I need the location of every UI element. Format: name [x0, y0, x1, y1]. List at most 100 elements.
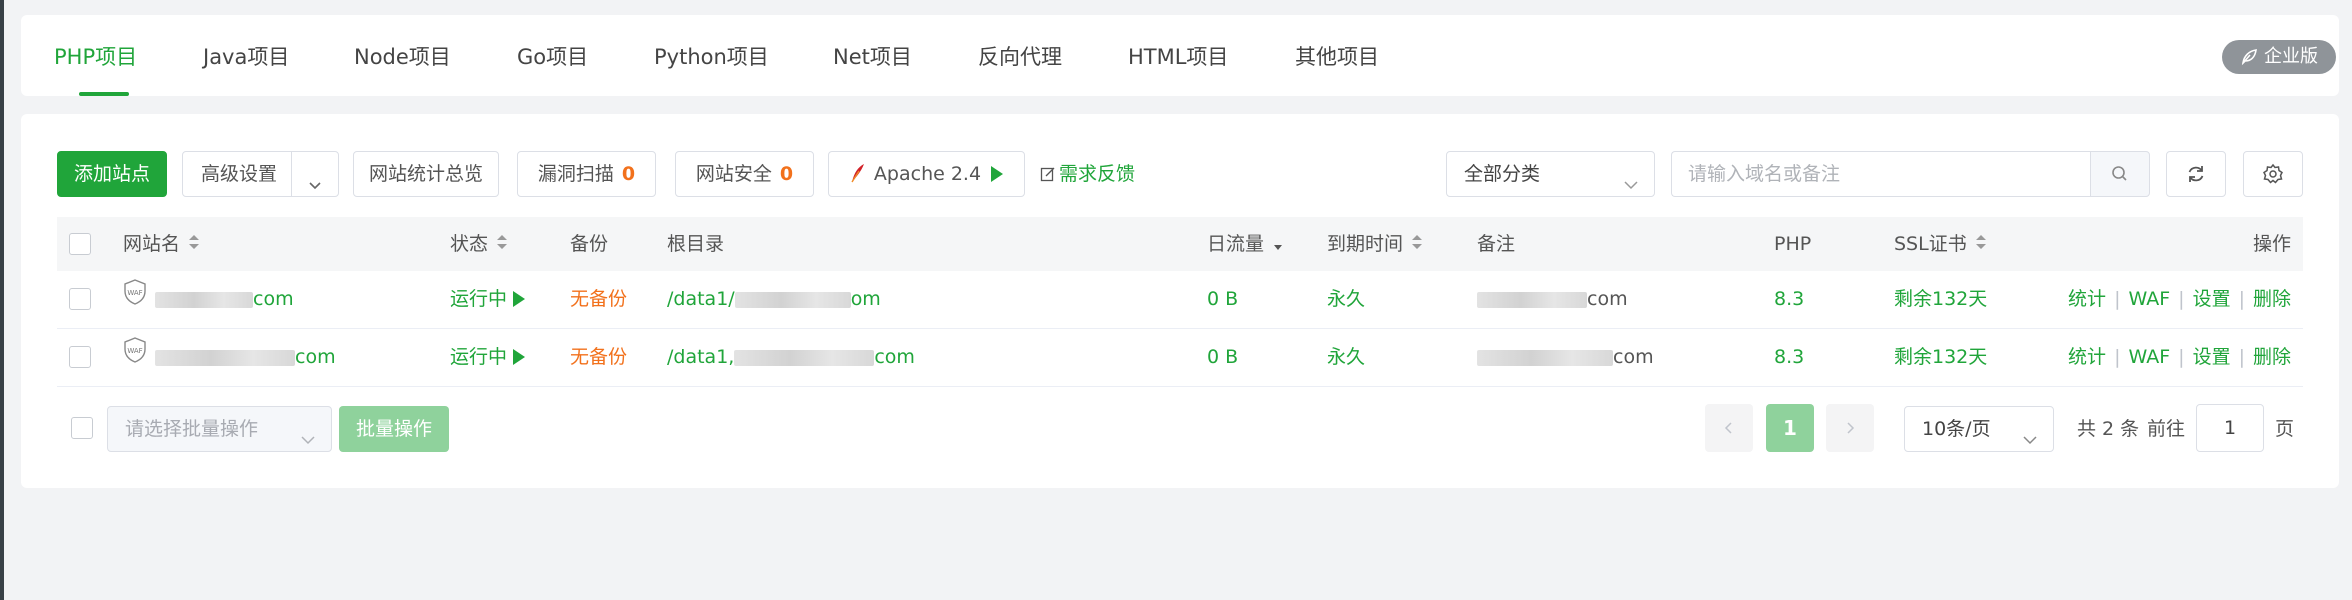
root-dir-link[interactable]: /data1/om [667, 271, 881, 328]
tab-php[interactable]: PHP项目 [54, 15, 137, 96]
action-separator: | [2178, 346, 2185, 368]
col-ssl-label: SSL证书 [1894, 233, 1967, 255]
col-site-name[interactable]: 网站名 [123, 217, 200, 271]
row-checkbox[interactable] [69, 346, 91, 368]
row-actions: 统计 | WAF | 设置 | 删除 [2068, 329, 2291, 386]
gear-icon [2262, 163, 2284, 190]
tab-reverse-proxy[interactable]: 反向代理 [978, 15, 1062, 96]
footer-select-all-checkbox[interactable] [71, 417, 93, 439]
play-icon [513, 349, 526, 365]
daily-traffic-value[interactable]: 0 B [1207, 271, 1238, 328]
delete-action[interactable]: 删除 [2253, 346, 2291, 368]
feedback-label: 需求反馈 [1059, 163, 1136, 185]
stats-action[interactable]: 统计 [2068, 288, 2106, 310]
dropdown-separator [291, 152, 292, 196]
apache-service-button[interactable]: Apache 2.4 [828, 151, 1025, 197]
tab-node[interactable]: Node项目 [354, 15, 451, 96]
tab-go[interactable]: Go项目 [517, 15, 588, 96]
vuln-scan-button[interactable]: 漏洞扫描 0 [517, 151, 656, 197]
waf-action[interactable]: WAF [2128, 288, 2170, 310]
col-expire-time[interactable]: 到期时间 [1327, 217, 1423, 271]
next-page-button[interactable] [1826, 404, 1874, 452]
root-dir-suffix: com [874, 346, 915, 368]
prev-page-button[interactable] [1705, 404, 1753, 452]
page-size-select[interactable]: 10条/页 [1904, 406, 2054, 452]
batch-action-select[interactable]: 请选择批量操作 [107, 406, 332, 452]
search-button[interactable] [2090, 151, 2150, 197]
tab-other[interactable]: 其他项目 [1295, 15, 1379, 96]
redacted-text [155, 291, 253, 308]
search-icon [2110, 166, 2130, 189]
batch-action-button[interactable]: 批量操作 [339, 406, 449, 452]
col-site-name-label: 网站名 [123, 233, 181, 255]
add-site-button[interactable]: 添加站点 [57, 151, 167, 197]
category-selected-value: 全部分类 [1464, 163, 1541, 185]
col-daily-traffic-label: 日流量 [1207, 233, 1265, 255]
expire-time-link[interactable]: 永久 [1327, 271, 1365, 328]
col-expire-time-label: 到期时间 [1327, 233, 1404, 255]
waf-shield-icon: WAF [123, 329, 147, 386]
sort-icon [496, 218, 508, 272]
advanced-settings-dropdown[interactable]: 高级设置 [182, 151, 339, 197]
ssl-status-link[interactable]: 剩余132天 [1894, 329, 1987, 386]
page-number-current[interactable]: 1 [1766, 404, 1814, 452]
chevron-down-icon [307, 165, 323, 209]
php-version-link[interactable]: 8.3 [1774, 329, 1804, 386]
settings-action[interactable]: 设置 [2193, 346, 2231, 368]
expire-time-link[interactable]: 永久 [1327, 329, 1365, 386]
status-running-toggle[interactable]: 运行中 [450, 329, 526, 386]
tab-net[interactable]: Net项目 [833, 15, 912, 96]
daily-traffic-value[interactable]: 0 B [1207, 329, 1238, 386]
root-dir-suffix: om [850, 288, 881, 310]
waf-shield-icon: WAF [123, 271, 147, 328]
col-ssl[interactable]: SSL证书 [1894, 217, 1987, 271]
row-checkbox[interactable] [69, 288, 91, 310]
remark-field[interactable]: com [1477, 271, 1628, 328]
col-daily-traffic[interactable]: 日流量 [1207, 217, 1283, 271]
site-security-button[interactable]: 网站安全 0 [675, 151, 814, 197]
ssl-status-link[interactable]: 剩余132天 [1894, 271, 1987, 328]
refresh-button[interactable] [2166, 151, 2226, 197]
tab-python[interactable]: Python项目 [654, 15, 769, 96]
site-name-link[interactable]: WAF com [123, 271, 294, 328]
svg-text:WAF: WAF [127, 289, 142, 297]
redacted-text [734, 349, 875, 366]
root-dir-prefix: /data1/ [667, 288, 735, 310]
stats-action[interactable]: 统计 [2068, 346, 2106, 368]
tab-java[interactable]: Java项目 [203, 15, 289, 96]
settings-action[interactable]: 设置 [2193, 288, 2231, 310]
col-backup: 备份 [570, 233, 609, 255]
goto-page-input[interactable] [2196, 404, 2264, 452]
backup-status-link[interactable]: 无备份 [570, 329, 627, 386]
row-actions: 统计 | WAF | 设置 | 删除 [2068, 271, 2291, 328]
remark-suffix: com [1587, 288, 1628, 310]
category-select[interactable]: 全部分类 [1446, 151, 1655, 197]
refresh-icon [2185, 166, 2207, 190]
settings-button[interactable] [2243, 151, 2303, 197]
feedback-link[interactable]: 需求反馈 [1040, 151, 1135, 197]
status-running-toggle[interactable]: 运行中 [450, 271, 526, 328]
domain-search-input[interactable] [1671, 151, 2091, 197]
action-separator: | [2238, 288, 2245, 310]
backup-status-link[interactable]: 无备份 [570, 271, 627, 328]
page-size-value: 10条/页 [1922, 418, 1991, 440]
root-dir-prefix: /data1, [667, 346, 735, 368]
select-all-checkbox[interactable] [69, 233, 91, 255]
project-tabs-bar: PHP项目 Java项目 Node项目 Go项目 Python项目 Net项目 … [21, 15, 2339, 96]
tab-html[interactable]: HTML项目 [1128, 15, 1228, 96]
waf-action[interactable]: WAF [2128, 346, 2170, 368]
root-dir-link[interactable]: /data1, com [667, 329, 915, 386]
col-root-dir: 根目录 [667, 233, 725, 255]
site-stats-overview-button[interactable]: 网站统计总览 [353, 151, 499, 197]
action-separator: | [2178, 288, 2185, 310]
enterprise-badge[interactable]: 企业版 [2222, 40, 2336, 74]
site-name-link[interactable]: WAF com [123, 329, 336, 386]
col-status[interactable]: 状态 [450, 217, 508, 271]
delete-action[interactable]: 删除 [2253, 288, 2291, 310]
leaf-icon [2240, 44, 2258, 78]
chevron-right-icon [1843, 416, 1857, 440]
remark-field[interactable]: com [1477, 329, 1654, 386]
page-unit-label: 页 [2275, 418, 2295, 440]
table-header: 网站名 状态 备份 根目录 日流量 到期时间 备注 PHP SSL证书 操作 [57, 217, 2303, 271]
php-version-link[interactable]: 8.3 [1774, 271, 1804, 328]
